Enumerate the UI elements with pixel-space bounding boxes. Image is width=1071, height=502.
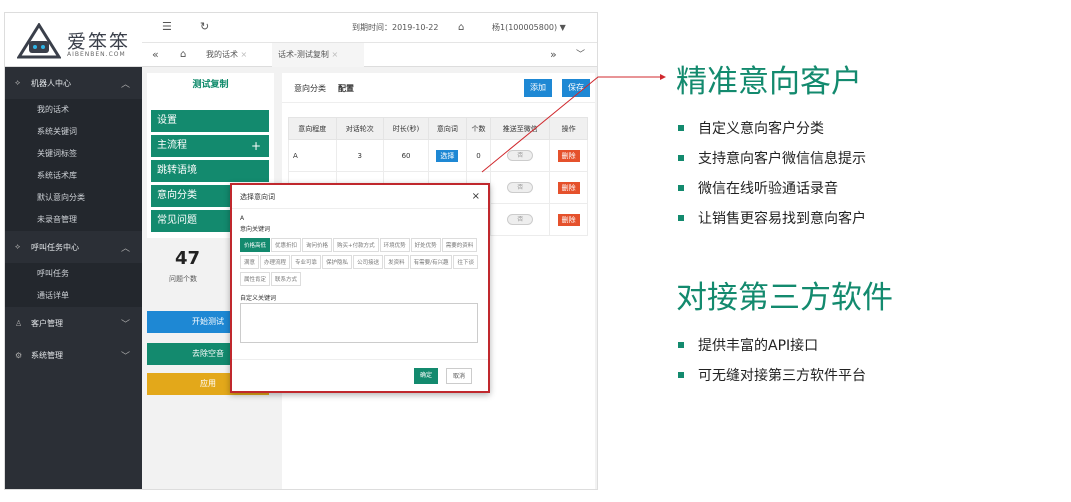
promo-title-1: 精准意向客户 (676, 64, 862, 100)
promo-bullet: 可无缝对接第三方软件平台 (676, 365, 866, 385)
promo-bullet: 让销售更容易找到意向客户 (676, 208, 866, 228)
promo-bullet: 自定义意向客户分类 (676, 118, 824, 138)
promo-bullet: 微信在线听验通话录音 (676, 178, 838, 198)
promo-bullet: 提供丰富的API接口 (676, 335, 818, 355)
promo-panel: 精准意向客户 自定义意向客户分类 支持意向客户微信信息提示 微信在线听验通话录音… (676, 0, 1066, 502)
promo-bullet: 支持意向客户微信信息提示 (676, 148, 866, 168)
promo-title-2: 对接第三方软件 (676, 280, 893, 316)
